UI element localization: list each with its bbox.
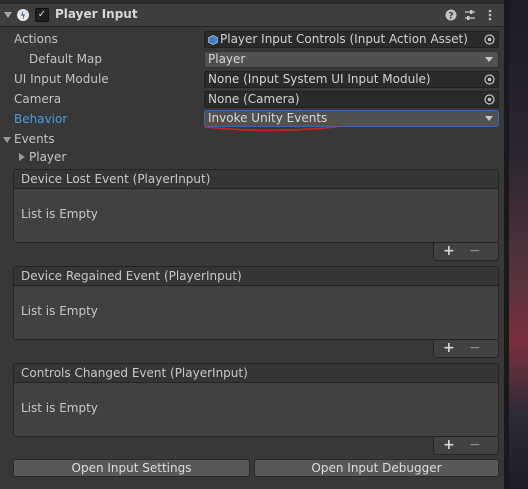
event-list-header: Device Lost Event (PlayerInput) bbox=[13, 169, 499, 189]
add-item-button[interactable]: + bbox=[443, 243, 455, 260]
chevron-down-icon bbox=[485, 116, 493, 121]
camera-value: None (Camera) bbox=[208, 92, 300, 106]
inspector-panel: ✓ Player Input ? Actions Player Input Co… bbox=[0, 0, 504, 489]
object-picker-icon[interactable] bbox=[484, 94, 495, 105]
component-foldout-arrow[interactable] bbox=[4, 12, 12, 18]
add-item-button[interactable]: + bbox=[443, 437, 455, 454]
input-action-asset-icon bbox=[208, 35, 218, 45]
default-map-dropdown[interactable]: Player bbox=[204, 51, 499, 68]
ui-input-module-value: None (Input System UI Input Module) bbox=[208, 72, 431, 86]
event-list-title: Device Lost Event (PlayerInput) bbox=[21, 172, 211, 186]
ui-input-module-field[interactable]: None (Input System UI Input Module) bbox=[204, 71, 499, 88]
event-list-footer: + − bbox=[433, 437, 499, 455]
object-picker-icon[interactable] bbox=[484, 34, 495, 45]
actions-value: Player Input Controls (Input Action Asse… bbox=[220, 32, 468, 46]
preset-icon[interactable] bbox=[463, 8, 477, 22]
remove-item-button[interactable]: − bbox=[469, 340, 481, 357]
player-foldout-arrow[interactable] bbox=[19, 153, 25, 161]
event-list-header: Device Regained Event (PlayerInput) bbox=[13, 266, 499, 286]
chevron-down-icon bbox=[485, 57, 493, 62]
scrollbar-gutter[interactable] bbox=[504, 0, 509, 489]
input-system-icon bbox=[16, 8, 30, 22]
event-list-body: List is Empty bbox=[13, 189, 499, 243]
event-list-title: Controls Changed Event (PlayerInput) bbox=[21, 366, 248, 380]
events-label[interactable]: Events bbox=[14, 130, 55, 148]
default-map-value: Player bbox=[208, 52, 246, 66]
open-input-settings-button[interactable]: Open Input Settings bbox=[13, 459, 250, 477]
events-foldout-arrow[interactable] bbox=[3, 137, 11, 143]
empty-list-text: List is Empty bbox=[21, 207, 98, 221]
event-list-header: Controls Changed Event (PlayerInput) bbox=[13, 363, 499, 383]
camera-label: Camera bbox=[14, 92, 62, 106]
add-item-button[interactable]: + bbox=[443, 340, 455, 357]
event-list-title: Device Regained Event (PlayerInput) bbox=[21, 269, 242, 283]
camera-field[interactable]: None (Camera) bbox=[204, 91, 499, 108]
svg-text:?: ? bbox=[448, 12, 453, 22]
more-options-icon[interactable] bbox=[483, 8, 497, 22]
event-list-footer: + − bbox=[433, 243, 499, 261]
player-foldout-label[interactable]: Player bbox=[29, 148, 66, 166]
remove-item-button[interactable]: − bbox=[469, 437, 481, 454]
ui-input-module-label: UI Input Module bbox=[14, 72, 109, 86]
annotation-underline bbox=[204, 126, 338, 132]
actions-label: Actions bbox=[14, 32, 58, 46]
event-list-footer: + − bbox=[433, 340, 499, 358]
object-picker-icon[interactable] bbox=[484, 74, 495, 85]
event-list-body: List is Empty bbox=[13, 383, 499, 437]
component-enabled-checkbox[interactable]: ✓ bbox=[35, 8, 49, 22]
default-map-label: Default Map bbox=[29, 52, 102, 66]
behavior-label: Behavior bbox=[14, 112, 68, 126]
remove-item-button[interactable]: − bbox=[469, 243, 481, 260]
event-list-body: List is Empty bbox=[13, 286, 499, 340]
empty-list-text: List is Empty bbox=[21, 401, 98, 415]
open-input-debugger-button[interactable]: Open Input Debugger bbox=[254, 459, 499, 477]
component-header[interactable]: ✓ Player Input ? bbox=[0, 4, 504, 27]
empty-list-text: List is Empty bbox=[21, 304, 98, 318]
component-title: Player Input bbox=[55, 7, 138, 21]
help-icon[interactable]: ? bbox=[444, 8, 458, 22]
actions-field[interactable]: Player Input Controls (Input Action Asse… bbox=[204, 31, 499, 48]
